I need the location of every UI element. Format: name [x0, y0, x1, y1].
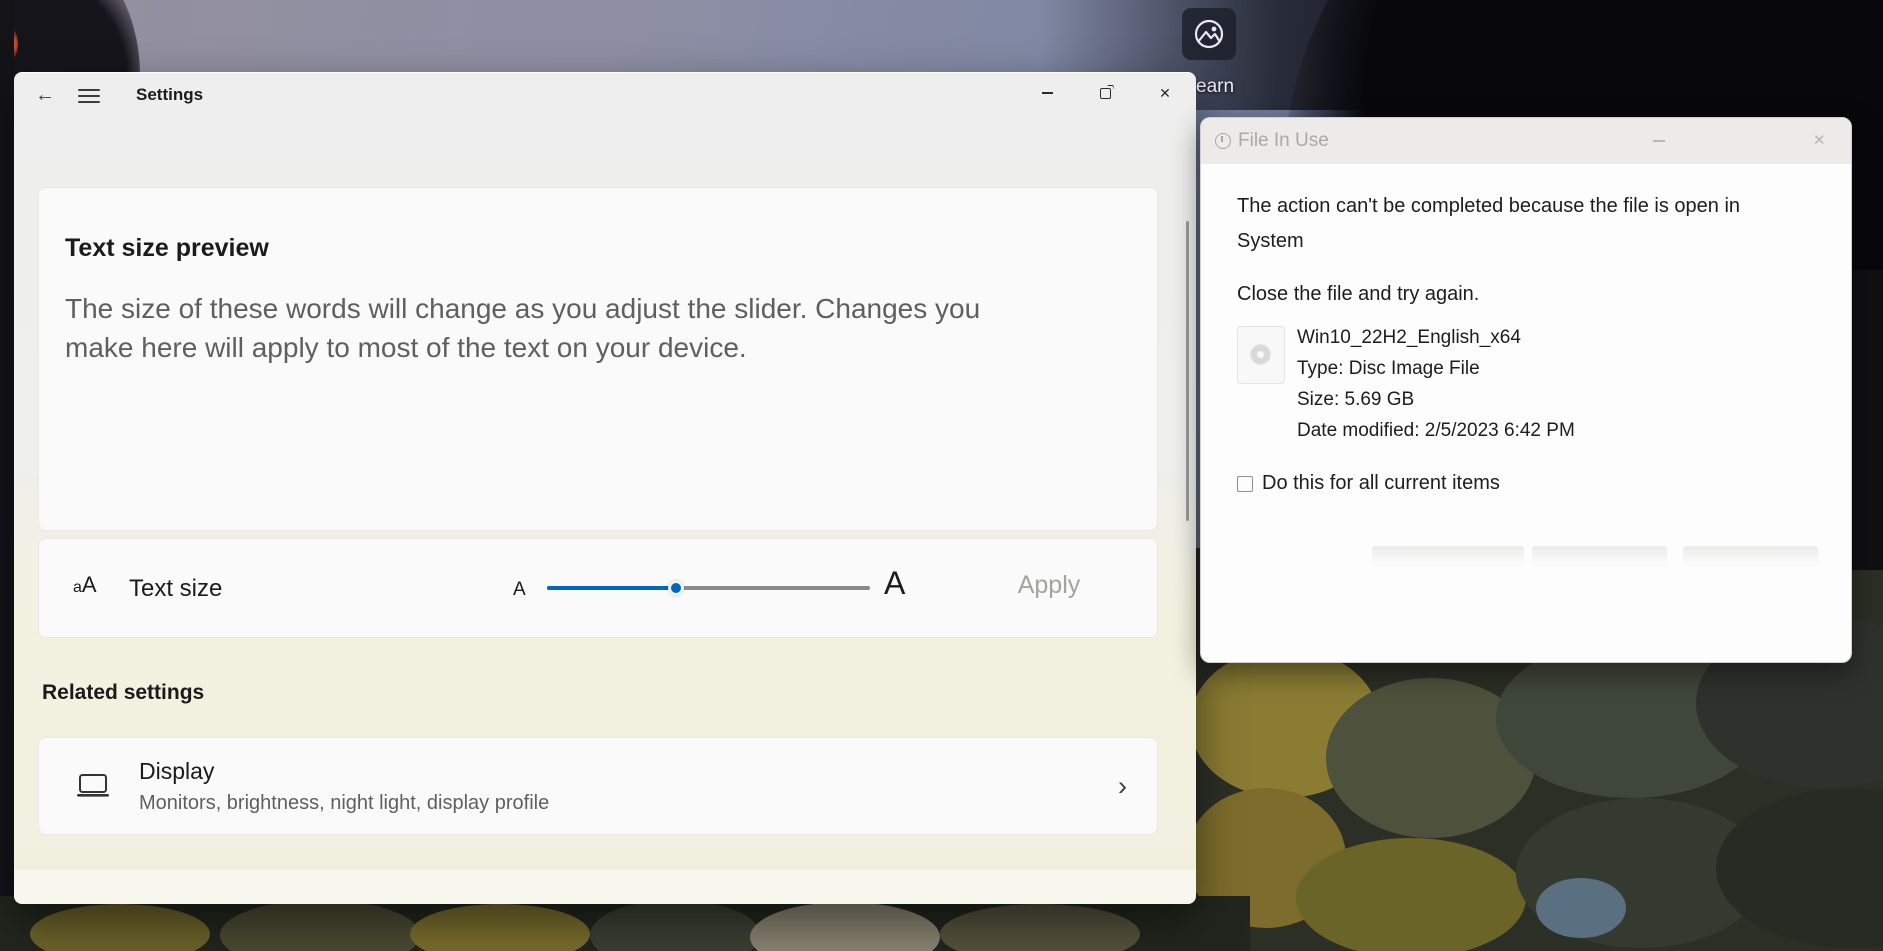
slider-fill — [547, 586, 676, 590]
display-item-title: Display — [139, 758, 549, 785]
checkbox-row: Do this for all current items — [1237, 472, 1831, 495]
file-operation-icon — [1215, 133, 1231, 149]
minimize-icon[interactable] — [1653, 140, 1665, 142]
dialog-titlebar: File In Use ✕ — [1201, 118, 1851, 164]
display-item-subtitle: Monitors, brightness, night light, displ… — [139, 792, 549, 815]
display-icon — [75, 771, 111, 801]
text-size-preview-card: Text size preview The size of these word… — [38, 187, 1158, 531]
file-in-use-dialog: File In Use ✕ The action can't be comple… — [1200, 117, 1852, 663]
dialog-title: File In Use — [1238, 130, 1329, 152]
close-icon[interactable]: ✕ — [1813, 131, 1826, 149]
navigation-menu-button[interactable] — [78, 89, 100, 103]
settings-titlebar: ← Settings ✕ — [14, 73, 1196, 117]
apply-button[interactable]: Apply — [969, 571, 1129, 600]
file-modified: Date modified: 2/5/2023 6:42 PM — [1297, 415, 1575, 446]
close-button[interactable]: ✕ — [1142, 77, 1188, 109]
back-button[interactable]: ← — [30, 82, 60, 108]
wallpaper-edge — [0, 0, 14, 951]
faded-button[interactable] — [1532, 546, 1667, 566]
wallpaper-rocks — [0, 896, 1250, 951]
hamburger-icon — [78, 95, 100, 97]
rock-shape — [30, 904, 210, 951]
photo-icon — [1192, 17, 1226, 51]
file-name: Win10_22H2_English_x64 — [1297, 322, 1575, 353]
file-details: Win10_22H2_English_x64 Type: Disc Image … — [1297, 322, 1575, 446]
window-title: Settings — [136, 85, 203, 105]
disc-image-file-icon — [1237, 326, 1285, 384]
preview-paragraph: The size of these words will change as y… — [65, 289, 995, 367]
slider-min-label: A — [513, 579, 526, 601]
file-type: Type: Disc Image File — [1297, 353, 1575, 384]
preview-heading: Text size preview — [65, 234, 1131, 263]
window-bottom-strip — [14, 870, 1196, 904]
text-size-slider[interactable] — [547, 586, 870, 590]
dialog-instruction: Close the file and try again. — [1237, 283, 1831, 306]
slider-thumb[interactable] — [668, 580, 684, 596]
rock-shape — [750, 902, 940, 951]
desktop-screen: earn ← Settings ✕ Accessibility › Text s… — [0, 0, 1883, 951]
minimize-button[interactable] — [1024, 77, 1070, 109]
rock-shape — [590, 900, 760, 951]
display-settings-item[interactable]: Display Monitors, brightness, night ligh… — [38, 737, 1158, 835]
faded-button[interactable] — [1372, 546, 1524, 566]
hamburger-icon — [78, 101, 100, 103]
faded-button[interactable] — [1683, 546, 1818, 566]
chevron-right-icon: › — [1118, 771, 1127, 802]
rock-shape — [1536, 878, 1626, 938]
checkbox-label: Do this for all current items — [1262, 472, 1500, 495]
settings-window: ← Settings ✕ Accessibility › Text size T… — [14, 72, 1196, 904]
desktop-shortcut-icon[interactable] — [1182, 8, 1236, 60]
hamburger-icon — [78, 89, 100, 91]
dialog-body: The action can't be completed because th… — [1237, 164, 1831, 495]
restore-button[interactable] — [1082, 77, 1128, 109]
display-item-text: Display Monitors, brightness, night ligh… — [139, 758, 549, 815]
dialog-message: The action can't be completed because th… — [1237, 189, 1749, 259]
rock-shape — [940, 904, 1140, 951]
text-size-icon: aA — [73, 572, 97, 598]
file-info-row: Win10_22H2_English_x64 Type: Disc Image … — [1237, 322, 1831, 446]
slider-label: Text size — [129, 575, 222, 603]
related-settings-heading: Related settings — [42, 681, 204, 705]
do-this-for-all-checkbox[interactable] — [1237, 476, 1253, 492]
rock-shape — [1716, 788, 1883, 948]
close-icon: ✕ — [1159, 86, 1171, 100]
scrollbar-thumb[interactable] — [1186, 221, 1189, 521]
rock-shape — [410, 904, 590, 951]
rock-shape — [220, 900, 420, 951]
restore-icon — [1100, 88, 1111, 99]
slider-max-label: A — [884, 565, 905, 602]
desktop-shortcut-label[interactable]: earn — [1196, 76, 1234, 98]
file-size: Size: 5.69 GB — [1297, 384, 1575, 415]
text-size-slider-row: aA Text size A A Apply — [38, 538, 1158, 638]
back-arrow-icon: ← — [35, 84, 55, 106]
minimize-icon — [1042, 92, 1053, 94]
rock-shape — [1296, 838, 1526, 951]
